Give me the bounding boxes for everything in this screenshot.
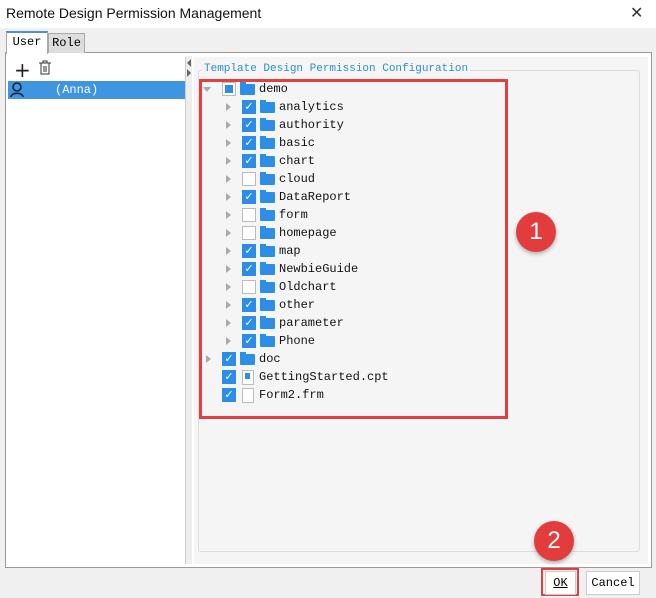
cancel-button[interactable]: Cancel bbox=[586, 571, 640, 595]
tab-user[interactable]: User bbox=[6, 31, 48, 54]
user-name: (Anna) bbox=[55, 83, 99, 97]
expand-right-icon[interactable] bbox=[187, 69, 191, 77]
config-title: Template Design Permission Configuration bbox=[202, 63, 471, 75]
user-list-panel bbox=[7, 57, 186, 564]
delete-user-button[interactable] bbox=[38, 60, 52, 75]
add-user-button[interactable]: + bbox=[14, 58, 31, 82]
ok-button[interactable]: OK bbox=[545, 571, 576, 595]
splitter[interactable] bbox=[186, 56, 192, 564]
trash-icon bbox=[39, 60, 51, 75]
window-title: Remote Design Permission Management bbox=[6, 5, 262, 21]
close-icon[interactable]: ✕ bbox=[630, 3, 643, 23]
annotation-badge-2: 2 bbox=[534, 521, 574, 561]
tab-role[interactable]: Role bbox=[48, 33, 85, 53]
annotation-badge-1: 1 bbox=[516, 212, 556, 252]
highlight-box bbox=[199, 79, 508, 419]
user-icon bbox=[10, 82, 24, 98]
collapse-left-icon[interactable] bbox=[187, 59, 191, 67]
